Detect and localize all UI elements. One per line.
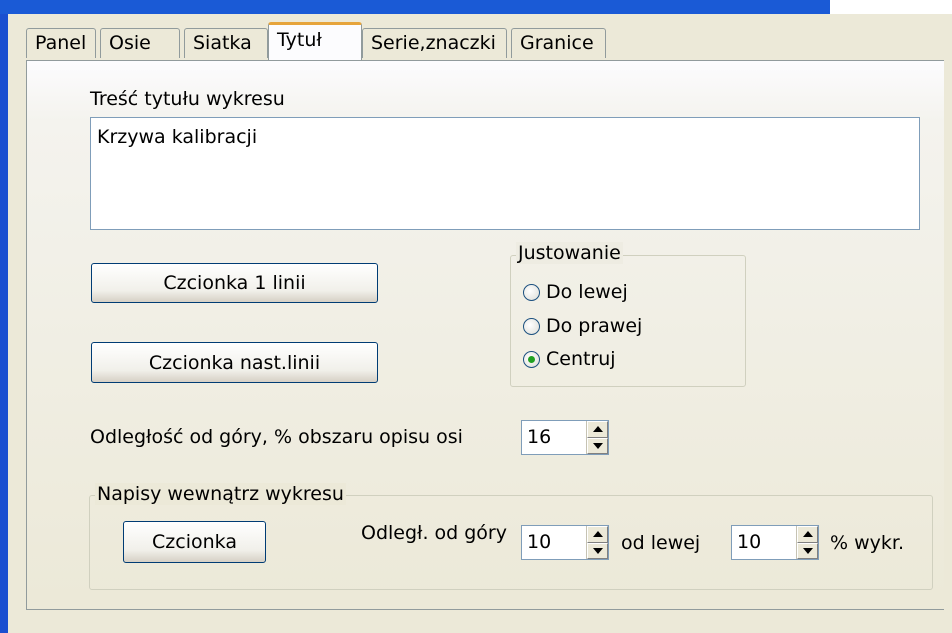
distance-top-value[interactable]: 16 <box>522 421 586 454</box>
title-text-label: Treść tytułu wykresu <box>90 88 285 110</box>
radio-button-icon <box>523 283 540 301</box>
spinner-up-arrow-icon[interactable] <box>797 526 818 543</box>
inner-unit-label: % wykr. <box>830 532 904 554</box>
inner-left-distance-label: od lewej <box>621 532 701 554</box>
spinner-down-arrow-icon[interactable] <box>797 542 818 559</box>
spinner-down-arrow-icon[interactable] <box>587 542 608 559</box>
inner-font-button[interactable]: Czcionka <box>123 521 266 563</box>
tab-siatka[interactable]: Siatka <box>184 28 268 58</box>
radio-align-center[interactable]: Centruj <box>523 348 616 370</box>
tab-serie-znaczki[interactable]: Serie,znaczki <box>362 28 507 58</box>
alignment-group-label: Justowanie <box>516 242 623 264</box>
distance-top-label: Odległość od góry, % obszaru opisu osi <box>90 426 463 448</box>
distance-top-spinner[interactable]: 16 <box>521 420 609 455</box>
radio-button-selected-icon <box>523 350 540 368</box>
spinner-up-arrow-icon[interactable] <box>587 421 608 438</box>
inner-top-distance-label: Odległ. od góry <box>361 522 507 544</box>
inner-left-distance-value[interactable]: 10 <box>732 526 796 559</box>
window-title-bar <box>0 0 952 14</box>
inner-left-distance-spinner[interactable]: 10 <box>731 525 819 560</box>
tab-osie[interactable]: Osie <box>100 28 180 58</box>
inner-top-distance-spinner[interactable]: 10 <box>521 525 609 560</box>
tab-tytul[interactable]: Tytuł <box>268 22 362 60</box>
font-first-line-button[interactable]: Czcionka 1 linii <box>91 263 378 303</box>
radio-align-left[interactable]: Do lewej <box>523 281 628 303</box>
tab-granice[interactable]: Granice <box>511 28 606 58</box>
inner-labels-group-label: Napisy wewnątrz wykresu <box>95 483 346 505</box>
spinner-up-arrow-icon[interactable] <box>587 526 608 543</box>
window-frame-left <box>0 14 8 633</box>
tab-panel[interactable]: Panel <box>26 28 96 58</box>
font-next-line-button[interactable]: Czcionka nast.linii <box>91 342 378 383</box>
inner-top-distance-value[interactable]: 10 <box>522 526 586 559</box>
radio-align-right[interactable]: Do prawej <box>523 315 642 337</box>
spinner-down-arrow-icon[interactable] <box>587 437 608 454</box>
radio-button-icon <box>523 317 540 335</box>
title-text-input[interactable]: Krzywa kalibracji <box>90 117 920 230</box>
